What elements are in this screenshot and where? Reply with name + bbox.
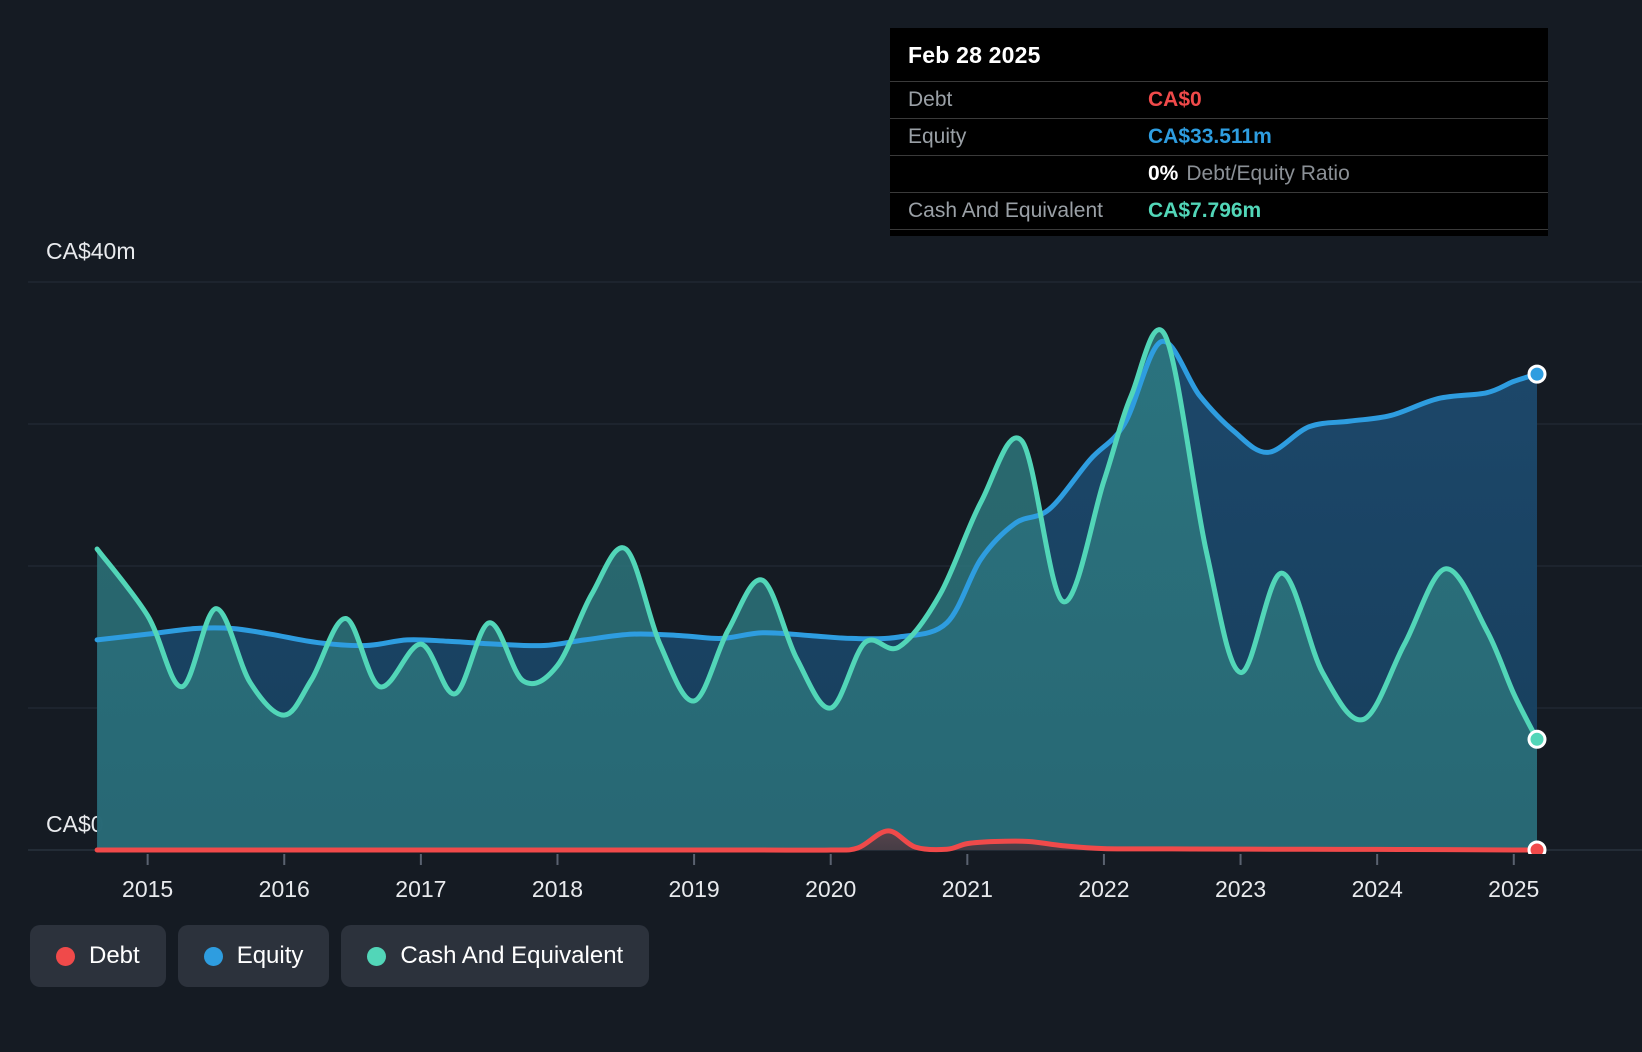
tooltip-label-cash: Cash And Equivalent — [908, 199, 1103, 222]
chart-root: Feb 28 2025 Debt CA$0 Equity CA$33.511m … — [0, 0, 1642, 1052]
legend-item-cash[interactable]: Cash And Equivalent — [341, 925, 650, 987]
x-axis: 2015 2016 2017 2018 2019 2020 2021 2022 2023 2024… — [0, 854, 1642, 914]
tooltip-row-cash: Cash And Equivalent CA$7.796m — [890, 192, 1548, 230]
endpoint-cash-and-equivalent — [1527, 729, 1547, 749]
tooltip-value-debt: CA$0 — [1148, 88, 1202, 111]
endpoint-equity — [1527, 364, 1547, 384]
chart-legend: Debt Equity Cash And Equivalent — [30, 925, 650, 987]
tooltip-row-equity: Equity CA$33.511m — [890, 118, 1548, 155]
series-areas — [97, 329, 1538, 851]
equity-color-dot-icon — [203, 946, 223, 966]
x-axis-tick-2024: 2024 — [1351, 876, 1403, 902]
tooltip-date: Feb 28 2025 — [908, 42, 1041, 68]
x-axis-tick-2018: 2018 — [531, 876, 584, 902]
x-axis-tick-2015: 2015 — [122, 876, 174, 902]
legend-item-debt[interactable]: Debt — [30, 925, 166, 987]
x-axis-tick-2017: 2017 — [395, 876, 447, 902]
legend-label-cash: Cash And Equivalent — [400, 942, 624, 969]
chart-canvas — [28, 281, 1642, 854]
x-axis-tick-2025: 2025 — [1488, 876, 1540, 902]
x-axis-tick-2016: 2016 — [258, 876, 310, 902]
plot-area — [0, 262, 1642, 854]
x-axis-tick-2022: 2022 — [1078, 876, 1130, 902]
tooltip-label-debt: Debt — [908, 88, 953, 111]
debt-color-dot-icon — [56, 946, 75, 966]
legend-label-debt: Debt — [89, 942, 140, 969]
x-axis-ticks — [146, 854, 1515, 865]
y-axis-top-label: CA$40m — [46, 238, 136, 264]
endpoint-debt — [1527, 840, 1547, 854]
tooltip-value-cash: CA$7.796m — [1148, 199, 1262, 222]
tooltip-value-equity: CA$33.511m — [1148, 125, 1272, 148]
chart-tooltip: Feb 28 2025 Debt CA$0 Equity CA$33.511m … — [890, 28, 1548, 236]
cash-color-dot-icon — [367, 946, 387, 966]
x-axis-tick-2023: 2023 — [1214, 876, 1267, 902]
tooltip-value-ratio: 0% — [1148, 162, 1179, 185]
legend-item-equity[interactable]: Equity — [177, 925, 330, 987]
x-axis-tick-2019: 2019 — [668, 876, 720, 902]
tooltip-label-ratio: Debt/Equity Ratio — [1186, 162, 1350, 185]
tooltip-row-debt: Debt CA$0 — [890, 81, 1548, 118]
legend-label-equity: Equity — [236, 942, 304, 969]
tooltip-label-equity: Equity — [908, 125, 967, 148]
tooltip-row-ratio: 0% Debt/Equity Ratio — [890, 155, 1548, 192]
x-axis-tick-2020: 2020 — [805, 876, 857, 902]
x-axis-tick-2021: 2021 — [941, 876, 993, 902]
